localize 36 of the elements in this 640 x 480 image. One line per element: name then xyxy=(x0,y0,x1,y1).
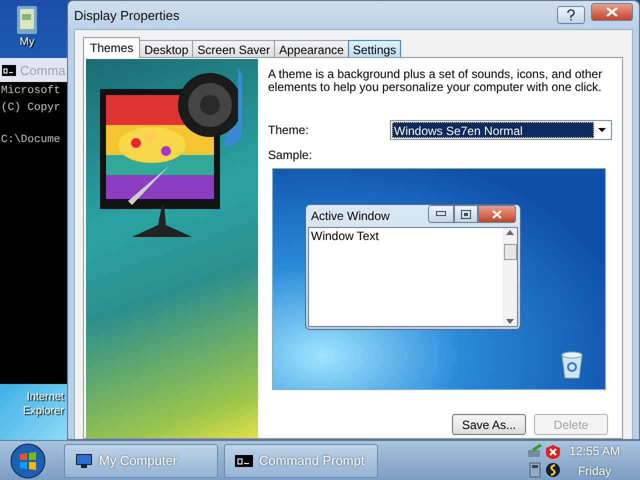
minimize-icon xyxy=(436,211,446,217)
window-text: Window Text xyxy=(310,228,380,245)
icon-label[interactable]: My xyxy=(20,36,34,48)
window-title: Comma xyxy=(20,62,66,78)
sample-label: Sample: xyxy=(268,148,314,162)
help-button[interactable] xyxy=(557,6,585,24)
tab[interactable]: Appearance xyxy=(274,40,349,58)
window-title: Display Properties xyxy=(74,8,180,22)
tab[interactable]: Desktop xyxy=(139,40,194,58)
recycle-bin-icon xyxy=(561,351,583,379)
close-icon xyxy=(492,210,502,218)
app-tray-icon[interactable] xyxy=(545,462,562,478)
dialog-button[interactable]: Save As... xyxy=(452,414,526,435)
up-arrow-icon xyxy=(506,230,514,235)
maximize-icon xyxy=(461,210,471,218)
close-icon xyxy=(606,7,618,17)
monitor-icon xyxy=(75,452,93,468)
description-text: A theme is a background plus a set of sounds, icons, and other elements to help you personalize your computer with one click. xyxy=(268,68,604,94)
down-arrow-icon xyxy=(506,319,514,324)
theme-dropdown[interactable]: Windows Se7en Normal xyxy=(390,120,612,140)
folder-icon[interactable] xyxy=(16,4,38,36)
question-mark-icon xyxy=(566,9,576,21)
window-title: Active Window xyxy=(311,209,391,223)
device-icon[interactable] xyxy=(527,462,544,478)
tab[interactable]: Screen Saver xyxy=(192,40,276,58)
console-line: Microsoft xyxy=(1,84,62,99)
console-icon xyxy=(235,454,253,466)
close-button[interactable] xyxy=(591,3,633,21)
theme-label: Theme: xyxy=(268,123,309,137)
console-icon xyxy=(2,64,16,76)
console-line: (C) Copyr xyxy=(1,101,62,116)
console-line: C:\Docume xyxy=(1,133,62,148)
tab[interactable]: Settings xyxy=(348,40,402,58)
start-button[interactable] xyxy=(10,442,46,478)
shield-icon[interactable] xyxy=(545,444,562,460)
tab[interactable]: Themes xyxy=(83,37,140,58)
